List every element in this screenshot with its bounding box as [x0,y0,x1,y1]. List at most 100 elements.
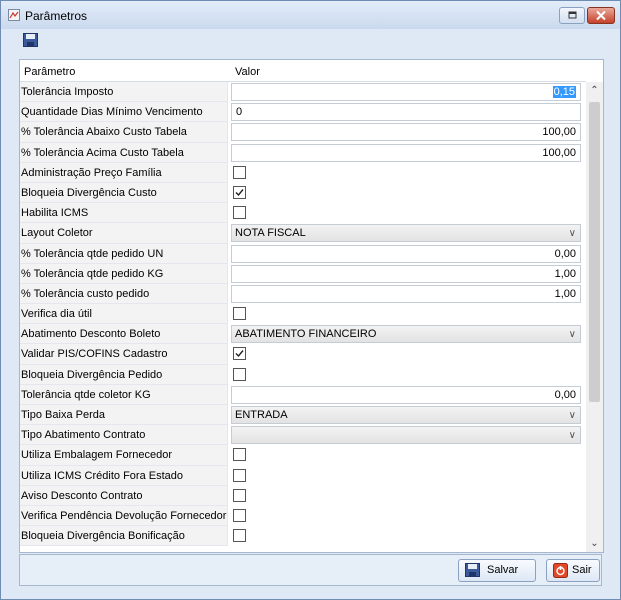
parameter-checkbox[interactable] [233,185,246,199]
parameter-name: Validar PIS/COFINS Cadastro [20,344,228,365]
parameter-value-input[interactable]: 0,15 [231,83,581,101]
parameter-value-cell: ENTRADA ∨ [231,406,581,424]
parametros-window: Parâmetros Parâmetro Valor Tolerância Im… [0,0,621,600]
chevron-down-icon[interactable]: ∨ [569,327,576,343]
table-row: % Tolerância qtde pedido UN 0,00 [20,243,586,264]
parameter-value-dropdown[interactable]: NOTA FISCAL ∨ [231,224,581,243]
toolbar-save-icon[interactable] [23,33,39,48]
parameter-checkbox[interactable] [233,206,246,220]
table-row: Utiliza Embalagem Fornecedor [20,445,586,466]
parameter-name: Bloqueia Divergência Pedido [20,364,228,385]
parameter-value-text: 100,00 [542,126,576,139]
grid-header: Parâmetro Valor [20,60,586,82]
parameter-value-text: 0,00 [554,388,576,401]
parameter-value-dropdown[interactable]: ABATIMENTO FINANCEIRO ∨ [231,325,581,344]
parameter-value-text: 1,00 [554,287,576,300]
parameter-name: % Tolerância Abaixo Custo Tabela [20,122,228,143]
parameter-checkbox[interactable] [233,307,246,321]
table-row: Abatimento Desconto Boleto ABATIMENTO FIN… [20,324,586,345]
parameter-checkbox[interactable] [233,367,246,381]
parameter-name: Tipo Baixa Perda [20,405,228,426]
parameter-name: Verifica dia útil [20,304,228,325]
save-button[interactable]: Salvar [458,559,536,582]
parameter-value-cell [231,366,581,384]
chevron-down-icon[interactable]: ∨ [569,428,576,444]
parameter-name: % Tolerância qtde pedido UN [20,243,228,264]
table-row: Aviso Desconto Contrato [20,485,586,506]
table-row: % Tolerância custo pedido 1,00 [20,283,586,305]
parameter-value-input[interactable]: 1,00 [231,284,581,303]
parameter-name: Tipo Abatimento Contrato [20,425,228,446]
parameter-value-input[interactable]: 100,00 [231,143,581,162]
parameter-value-cell: NOTA FISCAL ∨ [231,224,581,243]
parameter-value-input[interactable]: 0,00 [231,244,581,263]
parameter-value-cell [231,204,581,222]
restore-button[interactable] [559,7,585,24]
parameter-name: Layout Coletor [20,223,228,244]
exit-button-label: Sair [572,564,592,576]
table-row: Administração Preço Família [20,162,586,183]
parameter-name: Aviso Desconto Contrato [20,485,228,506]
table-row: Tolerância Imposto 0,15 [20,82,586,103]
parameter-value-dropdown[interactable]: ENTRADA ∨ [231,406,581,424]
parameter-value-cell [231,507,581,525]
parameter-name: Bloqueia Divergência Bonificação [20,526,228,547]
parameter-checkbox[interactable] [233,488,246,502]
parameter-value-input[interactable]: 0 [231,103,581,122]
parameter-name: Tolerância Imposto [20,82,228,103]
column-header-valor[interactable]: Valor [235,66,260,78]
footer-bar: Salvar Sair [19,554,602,586]
parameter-value-cell [231,446,581,464]
parameter-checkbox[interactable] [233,448,246,462]
parameter-value-input[interactable]: 100,00 [231,123,581,142]
parameter-value-cell: 0 [231,103,581,122]
parameter-name: % Tolerância custo pedido [20,283,228,305]
parameter-value-cell [231,184,581,202]
vertical-scrollbar[interactable]: ⌃ ⌄ [586,82,603,552]
parameter-value-input[interactable]: 1,00 [231,264,581,283]
table-row: Tipo Baixa Perda ENTRADA ∨ [20,405,586,426]
title-bar: Parâmetros [1,1,620,29]
parameter-value-cell [231,345,581,363]
table-row: Bloqueia Divergência Pedido [20,364,586,385]
scroll-thumb[interactable] [589,102,600,402]
table-row: Utiliza ICMS Crédito Fora Estado [20,465,586,486]
window-title: Parâmetros [25,9,88,23]
table-row: Verifica Pendência Devolução Fornecedor [20,505,586,527]
parameter-value-cell: 0,00 [231,244,581,263]
chevron-down-icon[interactable]: ∨ [569,408,576,424]
dropdown-selected-value: ENTRADA [235,409,288,421]
check-icon [235,350,244,358]
close-button[interactable] [587,7,615,24]
parameter-checkbox[interactable] [233,508,246,522]
parameter-checkbox[interactable] [233,468,246,482]
save-button-label: Salvar [487,564,519,576]
parameter-checkbox[interactable] [233,529,246,543]
dropdown-selected-value: ABATIMENTO FINANCEIRO [235,328,377,341]
table-row: Quantidade Dias Mínimo Vencimento 0 [20,102,586,123]
scroll-up-icon[interactable]: ⌃ [586,82,603,99]
table-row: Layout Coletor NOTA FISCAL ∨ [20,223,586,244]
parameter-value-cell: ABATIMENTO FINANCEIRO ∨ [231,325,581,344]
table-row: % Tolerância Acima Custo Tabela 100,00 [20,142,586,163]
parameter-name: Administração Preço Família [20,162,228,183]
parameter-name: Tolerância qtde coletor KG [20,384,228,405]
parameter-name: Abatimento Desconto Boleto [20,324,228,345]
parameter-value-cell [231,487,581,505]
parameter-value-dropdown[interactable]: ∨ [231,426,581,445]
parameter-value-text: 0 [236,106,243,119]
parameter-value-cell: 0,15 [231,83,581,101]
parameter-value-cell: 100,00 [231,143,581,162]
parameter-value-input[interactable]: 0,00 [231,385,581,404]
parameter-value-text: 1,00 [554,267,576,280]
parameter-value-text: 100,00 [542,146,576,159]
exit-button[interactable]: Sair [546,559,600,582]
parameter-checkbox[interactable] [233,165,246,179]
parameter-value-text: 0,00 [554,247,576,260]
scroll-down-icon[interactable]: ⌄ [586,535,603,552]
chevron-down-icon[interactable]: ∨ [569,226,576,242]
table-row: Tolerância qtde coletor KG 0,00 [20,384,586,405]
parameter-checkbox[interactable] [233,347,246,361]
parameter-value-cell: 0,00 [231,385,581,404]
column-header-parametro[interactable]: Parâmetro [24,66,75,78]
